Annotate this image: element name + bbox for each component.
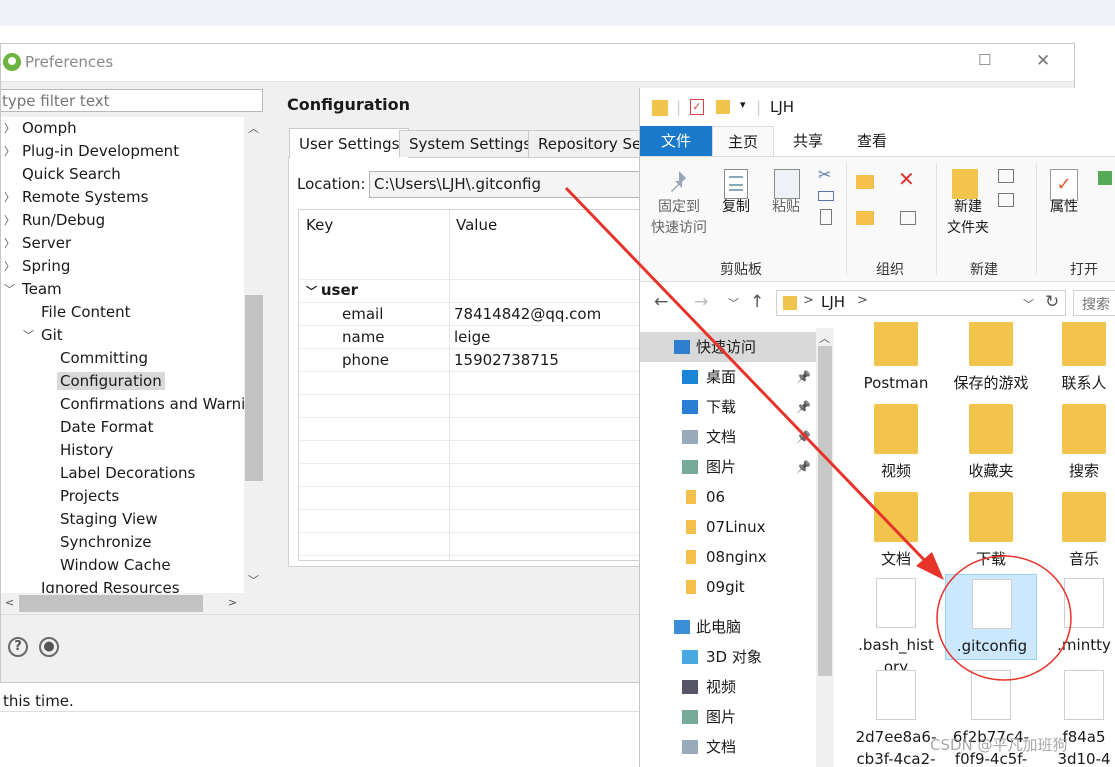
annotation-circle — [936, 555, 1072, 681]
annotation-arrow-line — [564, 186, 934, 570]
annotation-overlay — [564, 186, 1072, 681]
